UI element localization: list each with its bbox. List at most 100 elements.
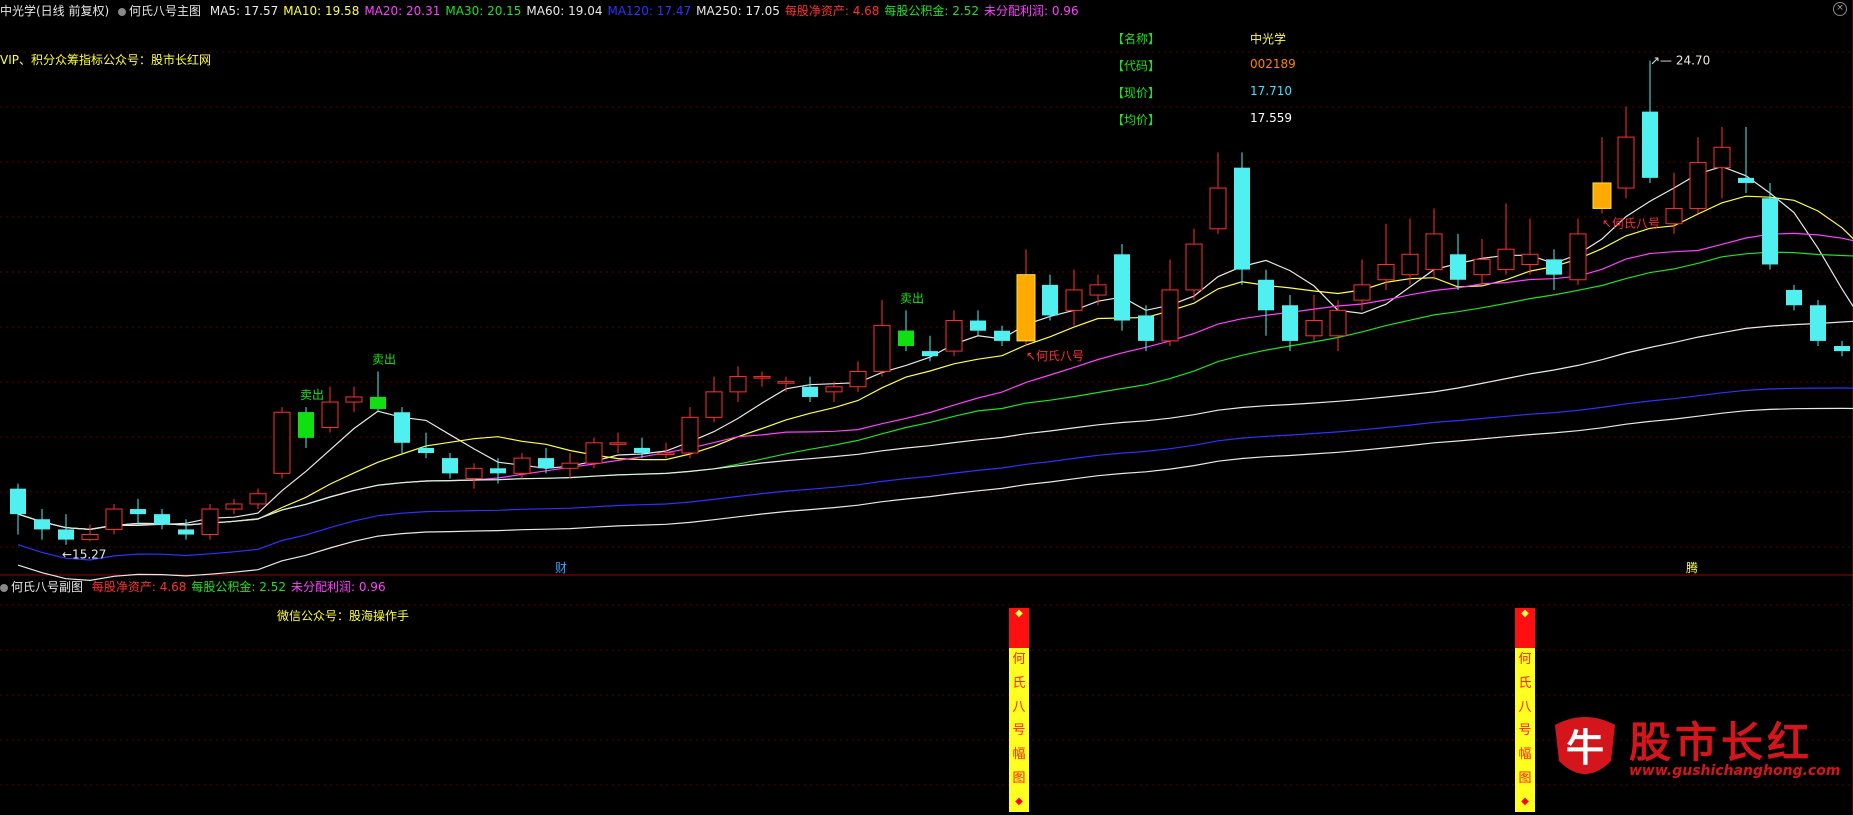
candle-up xyxy=(657,452,675,455)
candle-up xyxy=(777,381,795,384)
candle-down xyxy=(1786,289,1802,306)
signal-char: 幅 xyxy=(1012,747,1026,763)
candle-down xyxy=(178,529,194,535)
candle-down xyxy=(1138,315,1154,341)
info-key-0: 【名称】 xyxy=(1112,32,1161,46)
candle-down xyxy=(1834,346,1850,352)
candle-up xyxy=(849,370,867,388)
sell-label: 卖出 xyxy=(372,352,396,366)
sell-marker xyxy=(370,396,386,409)
svg-text:牛: 牛 xyxy=(1566,725,1604,770)
logo-text: 股市长红 xyxy=(1629,718,1814,767)
ma-line-250 xyxy=(17,407,1853,582)
candle-down xyxy=(1810,305,1826,341)
bull-logo-icon: 牛 xyxy=(1555,717,1615,774)
signal-char: 号 xyxy=(1012,723,1026,739)
sell-label: 卖出 xyxy=(300,388,324,402)
candle-down xyxy=(490,468,506,474)
candle-down xyxy=(418,447,434,453)
sub-value-2: 未分配利润: 0.96 xyxy=(291,580,386,594)
signal-label: ↖何氏八号 xyxy=(1026,349,1084,363)
candle-down xyxy=(130,509,146,515)
sub-value-0: 每股净资产: 4.68 xyxy=(91,580,187,594)
sell-marker xyxy=(898,330,914,346)
high-label: ↗— 24.70 xyxy=(1650,54,1710,68)
candle-down xyxy=(802,386,818,397)
info-value-3: 17.559 xyxy=(1250,111,1292,125)
candle-up xyxy=(1713,146,1731,169)
candle-up xyxy=(1497,248,1515,271)
candle-up xyxy=(249,493,267,505)
sub-value-1: 每股公积金: 2.52 xyxy=(191,580,286,594)
candle-up xyxy=(345,396,363,403)
info-key-2: 【现价】 xyxy=(1112,86,1161,100)
sub-chart-header: 何氏八号副图 每股净资产: 4.68 每股公积金: 2.52 未分配利润: 0.96 xyxy=(0,578,396,595)
info-key-1: 【代码】 xyxy=(1112,59,1161,73)
candlestick-chart[interactable]: 卖出卖出卖出↖何氏八号↖何氏八号↗— 24.70←15.27财腾 xyxy=(0,0,1853,815)
candle-down xyxy=(970,320,986,331)
logo-url: www.gushichanghong.com xyxy=(1629,763,1841,779)
info-key-3: 【均价】 xyxy=(1112,113,1161,127)
sell-marker xyxy=(298,412,314,438)
watermark-sub: 微信公众号：股海操作手 xyxy=(277,609,410,623)
candle-up xyxy=(1425,233,1443,271)
candle-up xyxy=(825,386,843,393)
candle-up xyxy=(1569,233,1587,281)
candle-up xyxy=(705,391,723,418)
signal-bar-2: ◆ 何氏八号幅图 ◆ xyxy=(1515,608,1535,812)
candle-up xyxy=(225,503,243,510)
signal-candle xyxy=(1016,274,1036,342)
candle-up xyxy=(1065,289,1083,311)
candle-down xyxy=(154,514,170,525)
candle-up xyxy=(273,411,291,474)
candle-up xyxy=(609,442,627,445)
brand-logo: 牛 股市长红 www.gushichanghong.com xyxy=(1549,709,1841,785)
candle-up xyxy=(1521,253,1539,265)
candle-up xyxy=(753,376,771,379)
candle-up xyxy=(1617,136,1635,189)
candle-up xyxy=(201,508,219,536)
settings-icon[interactable] xyxy=(0,584,8,592)
candle-up xyxy=(1161,289,1179,342)
candle-up xyxy=(585,442,603,464)
candle-down xyxy=(1258,279,1274,311)
candle-down xyxy=(1282,305,1298,341)
low-label: ←15.27 xyxy=(62,548,106,562)
candle-up xyxy=(321,401,339,429)
ma-line-120 xyxy=(17,387,1853,561)
signal-bar-1: ◆ 何氏八号幅图 ◆ xyxy=(1009,608,1029,812)
candle-down xyxy=(1546,259,1562,275)
candle-down xyxy=(1738,177,1754,183)
candle-up xyxy=(561,462,579,469)
candle-up xyxy=(1689,162,1707,209)
candle-up xyxy=(1089,284,1107,296)
signal-char: 图 xyxy=(1518,771,1532,787)
candle-up xyxy=(945,320,963,352)
candle-up xyxy=(1377,263,1395,281)
sell-label: 卖出 xyxy=(900,291,924,305)
candle-down xyxy=(1450,254,1466,280)
signal-char: 八 xyxy=(1518,699,1532,715)
candle-down xyxy=(58,529,74,540)
candle-up xyxy=(873,325,891,372)
candle-down xyxy=(394,412,410,443)
sub-values: 每股净资产: 4.68 每股公积金: 2.52 未分配利润: 0.96 xyxy=(92,580,391,594)
candle-down xyxy=(1234,167,1250,270)
signal-candle xyxy=(1592,182,1612,209)
candle-up xyxy=(1353,284,1371,301)
signal-char: 图 xyxy=(1012,771,1026,787)
candle-up xyxy=(1401,253,1419,276)
candle-up xyxy=(1329,309,1347,337)
marker-teng: 腾 xyxy=(1686,560,1698,575)
ma-line-30 xyxy=(17,251,1853,531)
sub-indicator-name[interactable]: 何氏八号副图 xyxy=(0,580,83,594)
candle-down xyxy=(994,330,1010,341)
signal-char: 八 xyxy=(1012,699,1026,715)
signal-char: 何 xyxy=(1518,651,1532,667)
info-value-0: 中光学 xyxy=(1250,32,1287,46)
signal-char: 氏 xyxy=(1518,675,1532,691)
candle-down xyxy=(34,519,50,530)
candle-down xyxy=(1642,111,1658,178)
candle-down xyxy=(922,351,938,357)
info-value-1: 002189 xyxy=(1250,57,1296,71)
